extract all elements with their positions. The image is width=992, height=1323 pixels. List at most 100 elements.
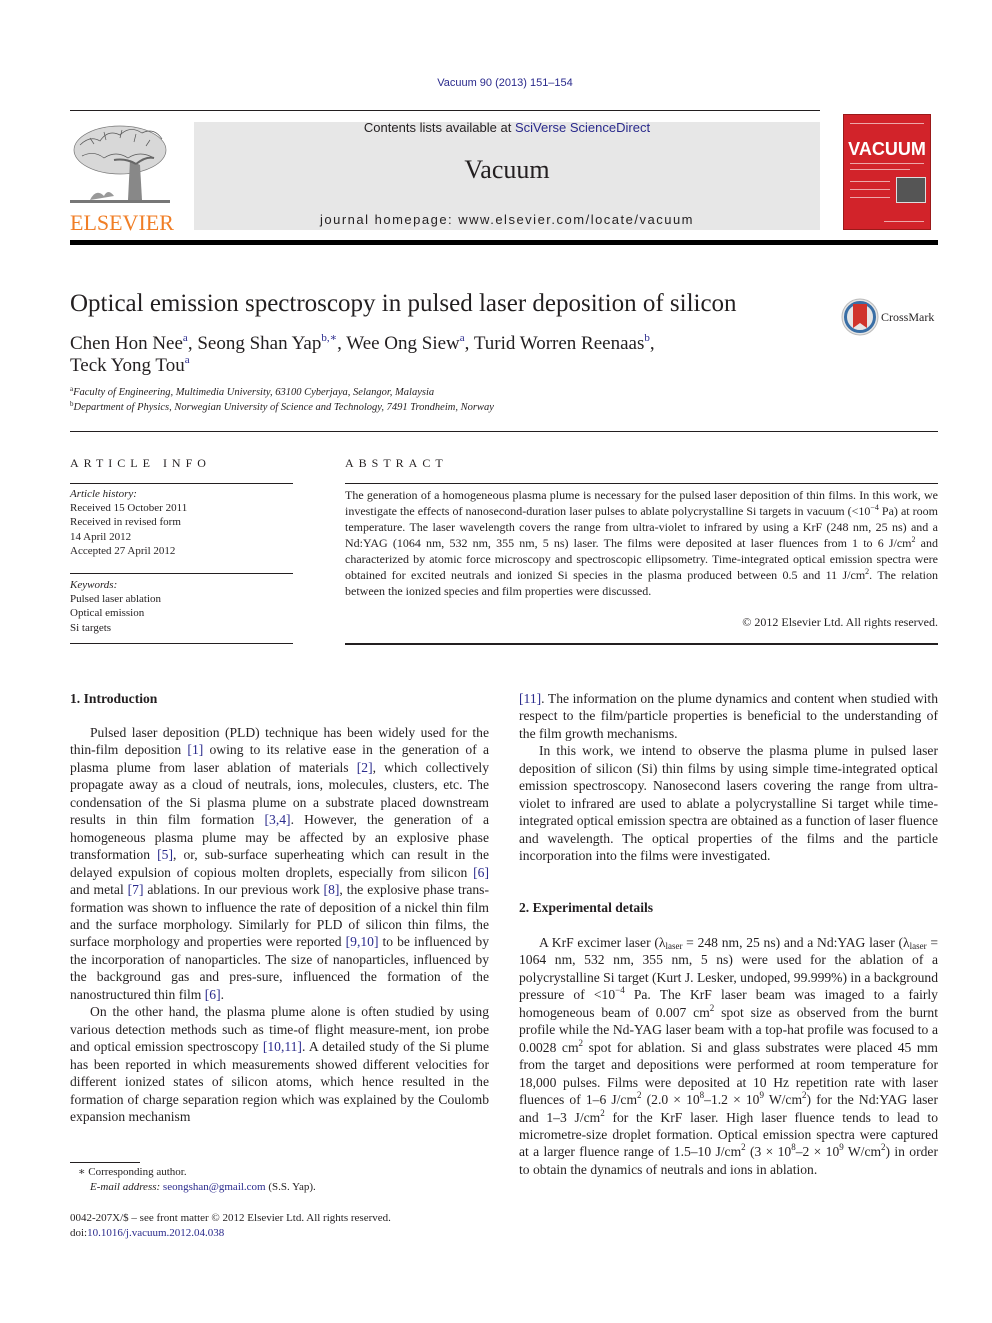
exponent: −4 — [870, 503, 879, 512]
front-matter-info: 0042-207X/$ – see front matter © 2012 El… — [70, 1211, 391, 1241]
citation-link[interactable]: [5] — [157, 847, 173, 862]
citation-link[interactable]: [3,4] — [265, 812, 291, 827]
superscript: 2 — [802, 1090, 807, 1101]
doi-link[interactable]: 10.1016/j.vacuum.2012.04.038 — [87, 1227, 224, 1239]
superscript: 2 — [709, 1002, 715, 1013]
citation-link[interactable]: [2] — [357, 760, 373, 775]
citation-link[interactable]: [9,10] — [346, 934, 379, 949]
paragraph: Pulsed laser deposition (PLD) technique … — [70, 725, 490, 1002]
author-name[interactable]: Chen Hon Nee — [70, 333, 183, 354]
divider — [70, 431, 938, 432]
citation-link[interactable]: [1] — [187, 742, 203, 757]
abstract-body: The generation of a homogeneous plasma p… — [345, 487, 938, 599]
journal-cover[interactable]: VACUUM — [843, 114, 931, 230]
affiliation-text: Department of Physics, Norwegian Univers… — [73, 402, 494, 413]
superscript: 2 — [741, 1142, 746, 1153]
journal-name: Vacuum — [464, 155, 550, 184]
paragraph: A KrF excimer laser (λlaser = 248 nm, 25… — [519, 935, 939, 1177]
cover-decoration — [850, 197, 890, 198]
abstract-text: The generation of a homogeneous plasma p… — [345, 488, 938, 518]
history-entry: Received in revised form — [70, 516, 181, 529]
divider — [345, 483, 938, 484]
corresponding-author-text: ∗ Corresponding author. — [78, 1166, 187, 1178]
header-thick-rule — [70, 240, 938, 245]
history-entry: Accepted 27 April 2012 — [70, 544, 176, 557]
elsevier-wordmark: ELSEVIER — [70, 210, 174, 235]
abstract-copyright: © 2012 Elsevier Ltd. All rights reserved… — [742, 615, 938, 629]
keyword: Si targets — [70, 621, 112, 634]
divider — [345, 643, 938, 645]
superscript: 2 — [600, 1107, 605, 1118]
email-suffix: (S.S. Yap). — [265, 1181, 316, 1193]
right-column: [11]. The information on the plume dynam… — [519, 690, 938, 865]
subscript: laser — [665, 941, 683, 951]
history-entry: Received 15 October 2011 — [70, 502, 188, 515]
crossmark-label: CrossMark — [881, 310, 935, 324]
cover-decoration — [850, 169, 910, 170]
author-list: Chen Hon Neea, Seong Shan Yapb,∗, Wee On… — [70, 332, 655, 377]
article-history: Article history: Received 15 October 201… — [70, 487, 293, 558]
right-column-experimental: A KrF excimer laser (λlaser = 248 nm, 25… — [519, 934, 938, 1178]
cover-title: VACUUM — [848, 139, 926, 159]
superscript: 2 — [881, 1142, 886, 1153]
superscript: 8 — [791, 1142, 796, 1153]
author-name[interactable]: Seong Shan Yap — [197, 333, 321, 354]
header-rule — [70, 110, 820, 111]
article-history-label: Article history: — [70, 488, 137, 500]
section-heading-introduction: 1. Introduction — [70, 691, 158, 706]
elsevier-logo[interactable]: ELSEVIER — [70, 120, 174, 235]
crossmark-badge[interactable]: CrossMark — [841, 298, 941, 338]
left-column: Pulsed laser deposition (PLD) technique … — [70, 724, 489, 1125]
affiliation-a: aFaculty of Engineering, Multimedia Univ… — [70, 386, 435, 399]
journal-citation[interactable]: Vacuum 90 (2013) 151–154 — [0, 77, 992, 89]
author-name[interactable]: Turid Worren Reenaas — [474, 333, 645, 354]
affiliation-b: bDepartment of Physics, Norwegian Univer… — [70, 401, 494, 414]
affiliation-text: Faculty of Engineering, Multimedia Unive… — [73, 387, 435, 398]
corresponding-author-note: ∗ Corresponding author. E-mail address: … — [78, 1165, 316, 1195]
author-affiliation-mark[interactable]: a — [183, 332, 188, 344]
paragraph: [11]. The information on the plume dynam… — [519, 691, 938, 741]
cover-image — [896, 177, 926, 203]
email-link[interactable]: seongshan@gmail.com — [163, 1181, 266, 1193]
sciencedirect-link[interactable]: SciVerse ScienceDirect — [515, 120, 650, 135]
abstract-heading: ABSTRACT — [345, 456, 448, 470]
contents-prefix: Contents lists available at — [363, 120, 515, 135]
history-entry: 14 April 2012 — [70, 530, 132, 543]
section-heading-experimental: 2. Experimental details — [519, 900, 654, 915]
divider — [70, 643, 293, 644]
author-name[interactable]: Teck Yong Tou — [70, 355, 185, 376]
subscript: laser — [909, 941, 927, 951]
citation-link[interactable]: [6] — [473, 865, 489, 880]
citation-link[interactable]: [7] — [128, 882, 144, 897]
divider — [70, 483, 293, 484]
citation-link[interactable]: [6] — [205, 987, 221, 1002]
superscript: 9 — [759, 1090, 764, 1101]
citation-link[interactable]: [10,11] — [263, 1039, 302, 1054]
cover-decoration — [850, 181, 890, 182]
cover-decoration — [850, 163, 924, 164]
citation-link[interactable]: [8] — [324, 882, 340, 897]
journal-homepage[interactable]: journal homepage: www.elsevier.com/locat… — [194, 212, 820, 227]
author-name[interactable]: Wee Ong Siew — [346, 333, 460, 354]
superscript: 8 — [699, 1090, 705, 1101]
paragraph: On the other hand, the plasma plume alon… — [70, 1004, 489, 1124]
author-affiliation-mark[interactable]: a — [460, 332, 465, 344]
superscript: −4 — [615, 985, 625, 996]
cover-decoration — [884, 221, 924, 222]
doi-label: doi: — [70, 1227, 88, 1239]
author-affiliation-mark[interactable]: a — [185, 354, 190, 366]
paragraph: In this work, we intend to observe the p… — [519, 743, 938, 864]
citation-link[interactable]: [11] — [519, 691, 541, 706]
footnote-rule — [70, 1162, 140, 1163]
elsevier-tree-icon — [70, 125, 170, 203]
author-affiliation-mark[interactable]: b — [644, 332, 650, 344]
superscript: 9 — [839, 1142, 844, 1153]
cover-decoration — [850, 189, 890, 190]
crossmark-icon — [841, 298, 879, 336]
author-affiliation-mark[interactable]: b,∗ — [321, 332, 337, 344]
keywords-label: Keywords: — [70, 579, 118, 591]
keywords: Keywords: Pulsed laser ablation Optical … — [70, 578, 293, 635]
article-title: Optical emission spectroscopy in pulsed … — [70, 290, 737, 317]
contents-availability: Contents lists available at SciVerse Sci… — [194, 120, 820, 135]
cover-decoration — [850, 123, 924, 124]
